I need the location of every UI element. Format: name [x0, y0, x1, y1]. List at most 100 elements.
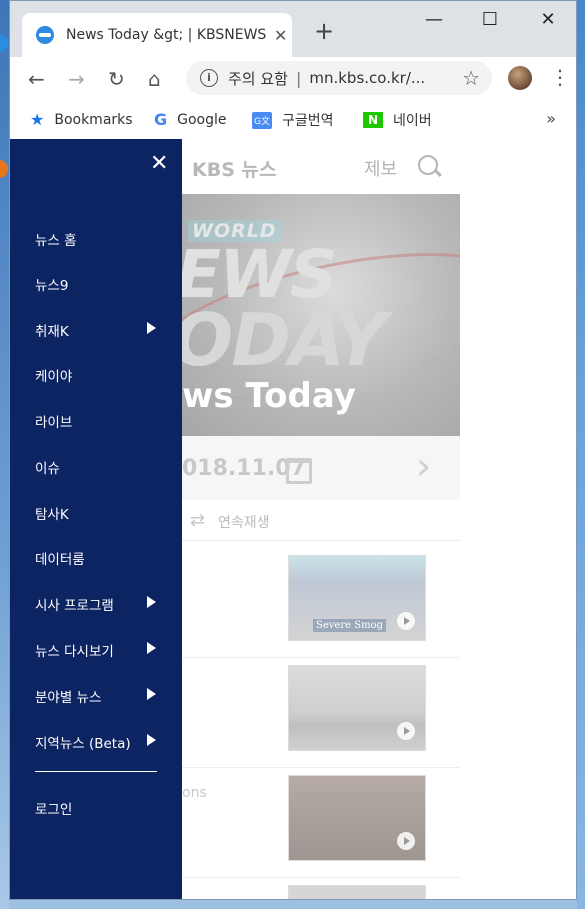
naver-icon: N: [363, 112, 384, 128]
expand-arrow-icon: [147, 734, 156, 746]
play-icon: [397, 722, 415, 740]
kbs-favicon-icon: [36, 26, 54, 44]
news-list-item[interactable]: [182, 877, 460, 899]
close-window-button[interactable]: ✕: [528, 9, 568, 30]
navigation-drawer: ✕ 뉴스 홈 뉴스9 취재K 케이야 라이브 이슈 탐사K 데이터룸 시사 프로…: [10, 139, 182, 899]
bookmarks-bar: ★ Bookmarks G Google G文 구글번역 N 네이버 »: [10, 101, 576, 140]
desktop-app-icon: [0, 160, 8, 178]
bookmark-label: Google: [177, 111, 227, 128]
news-thumbnail: [288, 665, 426, 751]
site-logo[interactable]: KBS 뉴스: [192, 155, 276, 182]
translate-icon: G文: [252, 111, 272, 129]
menu-item-label: 이슈: [35, 461, 60, 477]
tab-strip: News Today &gt; | KBSNEWS ✕ + — ☐ ✕: [10, 1, 576, 57]
bookmark-google[interactable]: G Google: [154, 110, 227, 129]
menu-item-label: 시사 프로그램: [35, 598, 114, 614]
bookmark-naver[interactable]: N 네이버: [363, 110, 432, 130]
menu-item-label: 취재K: [35, 324, 69, 340]
menu-item-label: 지역뉴스 (Beta): [35, 736, 131, 752]
menu-item-label: 분야별 뉴스: [35, 690, 102, 706]
thumbnail-caption: Severe Smog: [313, 619, 386, 632]
bookmark-label: Bookmarks: [54, 111, 133, 128]
web-page: KBS 뉴스 제보 WORLD EWS ODAY ws Today 018.11…: [10, 139, 576, 899]
menu-item-regional-news[interactable]: 지역뉴스 (Beta): [35, 732, 160, 752]
browser-menu-icon[interactable]: ⋮: [550, 65, 570, 89]
site-info-icon[interactable]: i: [200, 69, 218, 87]
address-bar[interactable]: i 주의 요함 | mn.kbs.co.kr/... ☆: [186, 61, 492, 95]
back-button[interactable]: ←: [28, 67, 45, 91]
new-tab-button[interactable]: +: [314, 19, 334, 43]
menu-item-reporting-k[interactable]: 취재K: [35, 320, 160, 340]
tab-title: News Today &gt; | KBSNEWS: [66, 27, 266, 43]
next-date-chevron-icon[interactable]: ›: [416, 444, 431, 488]
url-text[interactable]: mn.kbs.co.kr/...: [309, 69, 439, 87]
expand-arrow-icon: [147, 322, 156, 334]
autoplay-label: 연속재생: [218, 515, 270, 531]
forward-button[interactable]: →: [68, 67, 85, 91]
hero-caption: ws Today: [182, 376, 356, 416]
browser-toolbar: ← → ↻ ⌂ i 주의 요함 | mn.kbs.co.kr/... ☆ ⋮: [10, 57, 576, 101]
news-list-item[interactable]: [182, 657, 460, 768]
close-drawer-icon[interactable]: ✕: [150, 151, 168, 176]
login-link[interactable]: 로그인: [35, 798, 160, 818]
drawer-divider: [35, 771, 157, 772]
site-header: KBS 뉴스 제보: [182, 139, 460, 193]
menu-item-live[interactable]: 라이브: [35, 411, 160, 431]
maximize-button[interactable]: ☐: [470, 9, 510, 30]
menu-item-label: 케이야: [35, 369, 73, 385]
profile-avatar[interactable]: [508, 66, 532, 90]
play-icon: [397, 832, 415, 850]
tab-close-icon[interactable]: ✕: [274, 26, 287, 45]
menu-item-label: 라이브: [35, 415, 73, 431]
hero-banner[interactable]: WORLD EWS ODAY ws Today: [182, 194, 460, 436]
calendar-icon[interactable]: [286, 458, 312, 484]
minimize-button[interactable]: —: [414, 9, 454, 30]
news-thumbnail: Severe Smog: [288, 555, 426, 641]
menu-item-label: 데이터룸: [35, 552, 85, 568]
google-icon: G: [154, 110, 168, 129]
menu-item-issue[interactable]: 이슈: [35, 457, 160, 477]
bookmark-star-icon[interactable]: ☆: [462, 66, 480, 90]
omnibox-separator: |: [295, 68, 302, 88]
menu-item-news9[interactable]: 뉴스9: [35, 274, 160, 294]
menu-item-news-replay[interactable]: 뉴스 다시보기: [35, 640, 160, 660]
home-button[interactable]: ⌂: [148, 67, 161, 91]
bookmark-translate[interactable]: G文 구글번역: [252, 110, 334, 130]
news-thumbnail: [288, 775, 426, 861]
desktop-app-icon: [0, 34, 8, 52]
expand-arrow-icon: [147, 596, 156, 608]
menu-item-label: 탐사K: [35, 507, 69, 523]
browser-tab[interactable]: News Today &gt; | KBSNEWS ✕: [22, 13, 292, 57]
menu-item-news-home[interactable]: 뉴스 홈: [35, 229, 160, 249]
browser-window: News Today &gt; | KBSNEWS ✕ + — ☐ ✕ ← → …: [9, 0, 577, 900]
autoplay-toggle[interactable]: ⇄ 연속재생: [182, 504, 460, 541]
menu-item-current-affairs[interactable]: 시사 프로그램: [35, 594, 160, 614]
play-icon: [397, 612, 415, 630]
security-status: 주의 요함: [228, 69, 288, 88]
menu-item-news-by-section[interactable]: 분야별 뉴스: [35, 686, 160, 706]
desktop-background: [0, 0, 9, 909]
menu-item-keiya[interactable]: 케이야: [35, 365, 160, 385]
expand-arrow-icon: [147, 688, 156, 700]
bookmark-bookmarks[interactable]: ★ Bookmarks: [30, 110, 133, 129]
search-icon[interactable]: [418, 155, 438, 175]
expand-arrow-icon: [147, 642, 156, 654]
bookmark-label: 구글번역: [281, 113, 334, 129]
login-label: 로그인: [35, 802, 73, 818]
menu-item-dataroom[interactable]: 데이터룸: [35, 548, 160, 568]
news-title: ons: [182, 785, 207, 801]
menu-item-investigative-k[interactable]: 탐사K: [35, 503, 160, 523]
repeat-icon: ⇄: [190, 510, 206, 531]
desktop-background-bottom: [9, 900, 577, 909]
hero-today-text: ODAY: [182, 298, 387, 382]
date-selector: 018.11.07 ›: [182, 436, 460, 500]
reload-button[interactable]: ↻: [108, 67, 125, 91]
star-icon: ★: [30, 110, 45, 129]
bookmark-label: 네이버: [393, 113, 432, 129]
news-list-item[interactable]: ons: [182, 767, 460, 878]
news-thumbnail: [288, 885, 426, 899]
bookmarks-overflow-icon[interactable]: »: [546, 109, 556, 128]
news-list-item[interactable]: Severe Smog: [182, 547, 460, 658]
report-link[interactable]: 제보: [364, 155, 397, 181]
menu-item-label: 뉴스 다시보기: [35, 644, 114, 660]
